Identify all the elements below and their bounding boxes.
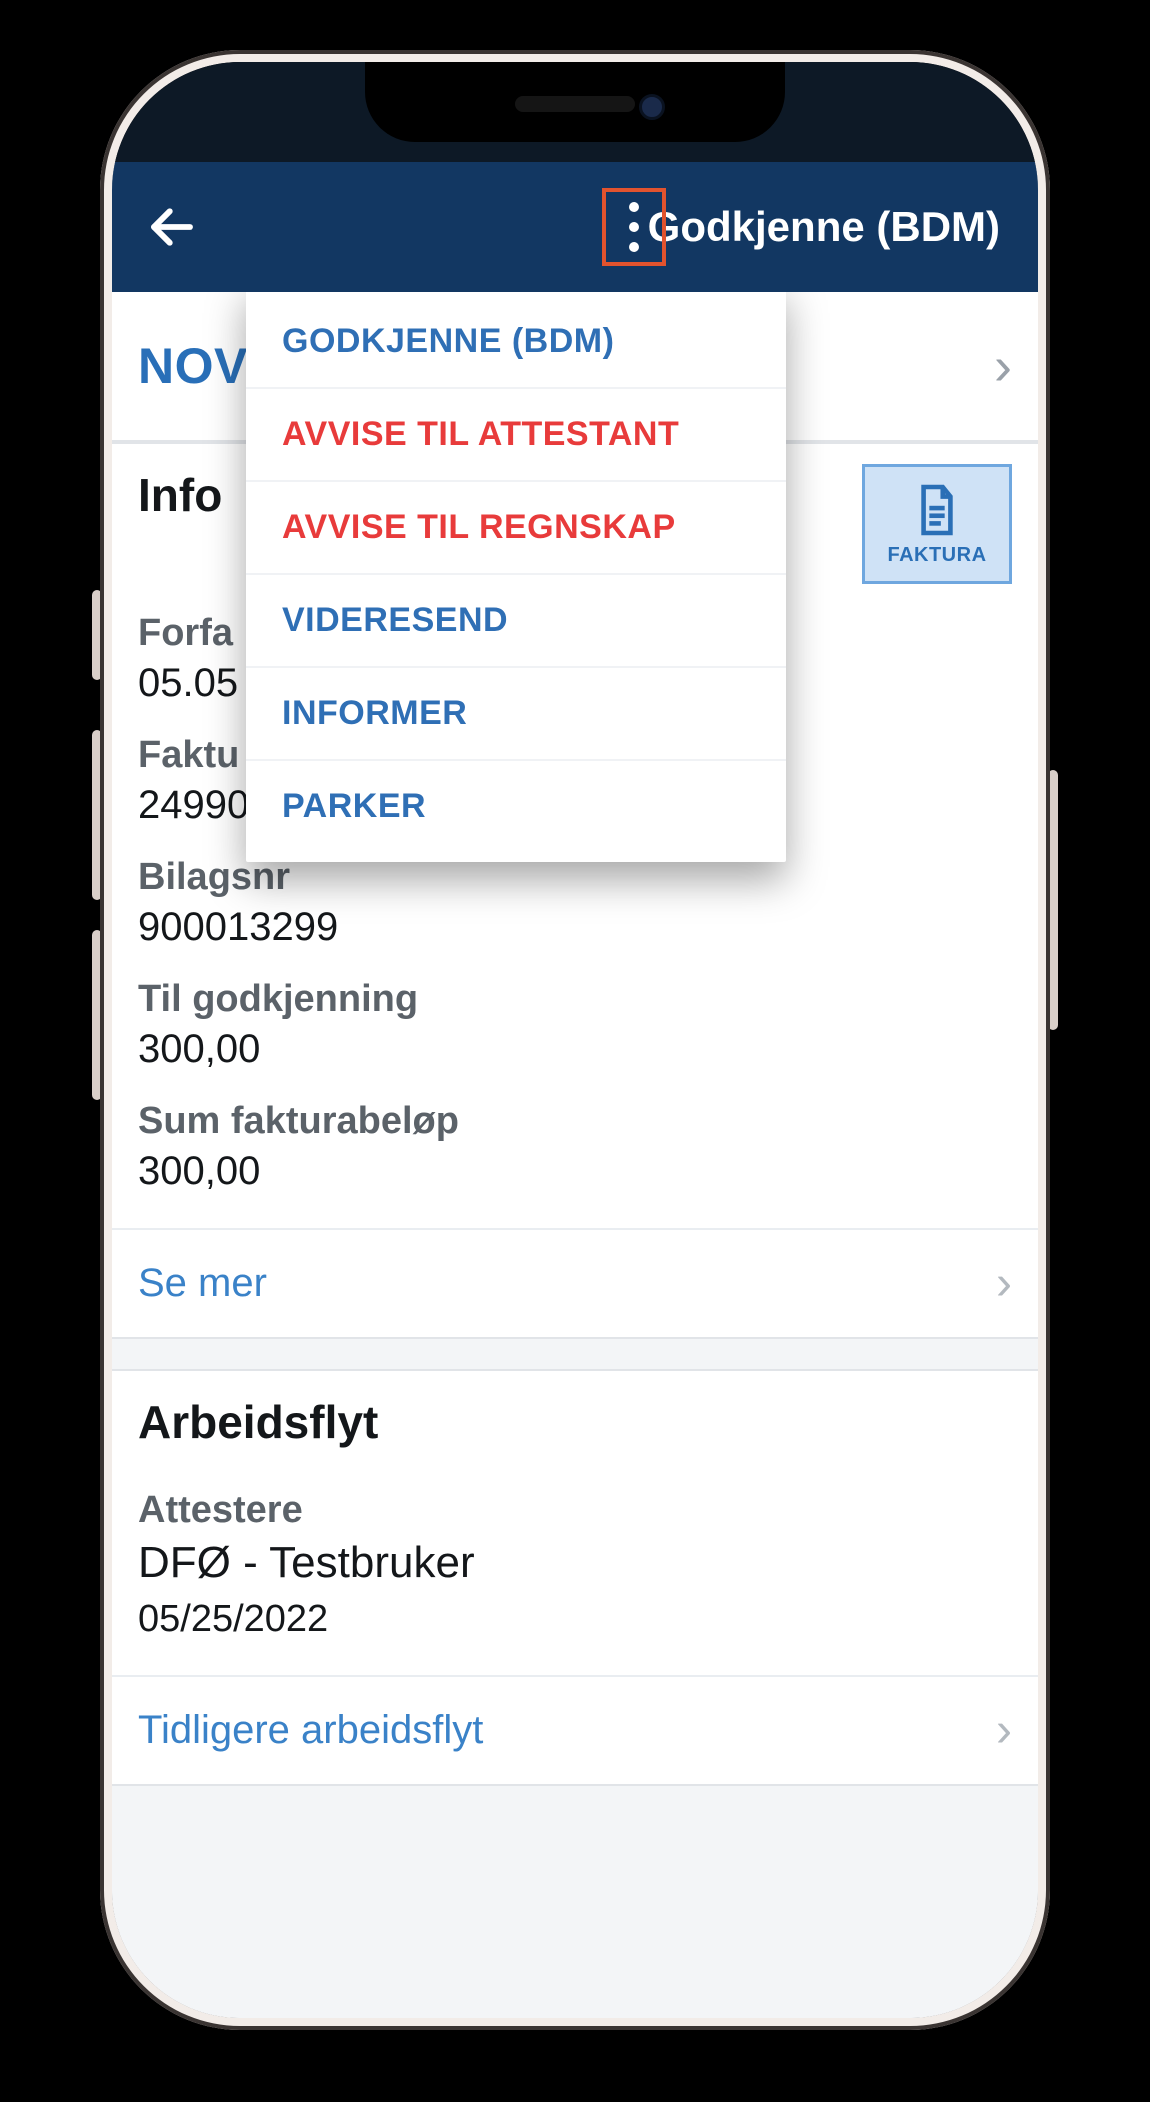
sum-value: 300,00 [138,1149,1012,1194]
back-button[interactable] [142,197,202,257]
workflow-title: Arbeidsflyt [138,1395,1012,1449]
menu-item-informer[interactable]: INFORMER [246,668,786,761]
til-godkj-value: 300,00 [138,1027,1012,1072]
device-notch [365,62,785,142]
bilagsnr-value: 900013299 [138,905,1012,950]
document-icon [914,482,960,538]
previous-workflow-label: Tidligere arbeidsflyt [138,1708,483,1753]
menu-item-videresend[interactable]: VIDERESEND [246,575,786,668]
chevron-right-icon: › [996,1703,1012,1758]
kebab-icon [629,202,639,252]
workflow-date: 05/25/2022 [138,1598,1012,1641]
workflow-role: Attestere [138,1489,1012,1532]
app-header: Godkjenne (BDM) [112,162,1038,292]
menu-item-avvise-regnskap[interactable]: AVVISE TIL REGNSKAP [246,482,786,575]
chevron-right-icon: › [994,335,1012,397]
see-more-link[interactable]: Se mer › [112,1228,1038,1337]
menu-item-avvise-attestant[interactable]: AVVISE TIL ATTESTANT [246,389,786,482]
til-godkj-label: Til godkjenning [138,978,1012,1021]
vendor-name: NOV [138,337,248,395]
actions-menu: GODKJENNE (BDM) AVVISE TIL ATTESTANT AVV… [246,292,786,862]
field-bilagsnr: Bilagsnr 900013299 [138,856,1012,950]
see-more-label: Se mer [138,1261,267,1306]
workflow-card: Arbeidsflyt Attestere DFØ - Testbruker 0… [112,1369,1038,1786]
bilagsnr-label: Bilagsnr [138,856,1012,899]
field-sum-fakturabelop: Sum fakturabeløp 300,00 [138,1100,1012,1194]
info-title: Info [138,468,222,522]
phone-frame: Godkjenne (BDM) GODKJENNE (BDM) AVVISE T… [100,50,1050,2030]
faktura-label: FAKTURA [887,544,986,567]
faktura-button[interactable]: FAKTURA [862,464,1012,584]
menu-item-godkjenne[interactable]: GODKJENNE (BDM) [246,296,786,389]
more-actions-button[interactable] [602,188,666,266]
workflow-user: DFØ - Testbruker [138,1538,1012,1588]
sum-label: Sum fakturabeløp [138,1100,1012,1143]
menu-item-parker[interactable]: PARKER [246,761,786,852]
field-til-godkjenning: Til godkjenning 300,00 [138,978,1012,1072]
page-title: Godkjenne (BDM) [648,203,1008,251]
workflow-step: Attestere DFØ - Testbruker 05/25/2022 [138,1489,1012,1641]
chevron-right-icon: › [996,1256,1012,1311]
previous-workflow-link[interactable]: Tidligere arbeidsflyt › [112,1675,1038,1784]
